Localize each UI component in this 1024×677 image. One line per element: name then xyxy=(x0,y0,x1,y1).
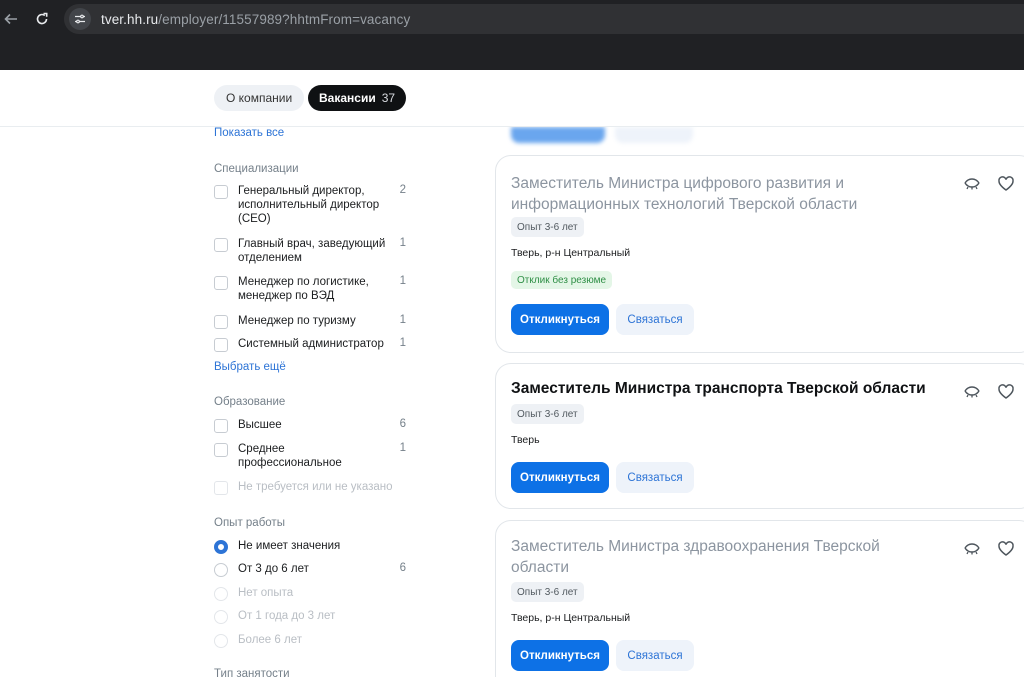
filter-label: Генеральный директор, исполнительный дир… xyxy=(238,185,380,225)
radio-selected[interactable] xyxy=(214,540,228,554)
radio xyxy=(214,634,228,648)
filter-label: Высшее xyxy=(238,419,282,431)
vacancy-location: Тверь, р-н Центральный xyxy=(511,247,631,259)
site-info-icon[interactable] xyxy=(69,8,91,30)
show-all-link[interactable]: Показать все xyxy=(214,127,284,139)
employer-tabs-bar: О компании Вакансии 37 xyxy=(0,70,1024,127)
filter-count: 1 xyxy=(399,314,406,326)
respond-button[interactable]: Откликнуться xyxy=(511,462,609,493)
checkbox[interactable] xyxy=(214,185,228,199)
heart-icon[interactable] xyxy=(996,383,1016,401)
experience-tag: Опыт 3-6 лет xyxy=(511,217,584,237)
contact-button[interactable]: Связаться xyxy=(616,462,694,493)
checkbox[interactable] xyxy=(214,315,228,329)
eye-hide-icon[interactable] xyxy=(962,540,982,558)
filter-label: Среднее профессиональное xyxy=(238,443,342,469)
radio xyxy=(214,587,228,601)
filter-label: Не требуется или не указано xyxy=(238,481,393,493)
filter-exp-3-6[interactable]: От 3 до 6 лет 6 xyxy=(214,562,406,577)
filter-count: 6 xyxy=(399,418,406,430)
filter-exp-6plus: Более 6 лет xyxy=(214,633,406,648)
checkbox[interactable] xyxy=(214,419,228,433)
eye-hide-icon[interactable] xyxy=(962,175,982,193)
experience-tag: Опыт 3-6 лет xyxy=(511,404,584,424)
checkbox[interactable] xyxy=(214,238,228,252)
filter-count: 1 xyxy=(399,442,406,454)
browser-toolbar: tver.hh.ru/employer/11557989?hhtmFrom=va… xyxy=(0,0,1024,70)
tab-about-company[interactable]: О компании xyxy=(214,85,305,111)
filter-exp-none: Нет опыта xyxy=(214,586,406,601)
filter-count: 1 xyxy=(399,337,406,349)
respond-button[interactable]: Откликнуться xyxy=(511,304,609,335)
checkbox[interactable] xyxy=(214,443,228,457)
vacancy-location: Тверь, р-н Центральный xyxy=(511,612,631,624)
select-more-link[interactable]: Выбрать ещё xyxy=(214,361,286,373)
employment-type-title: Тип занятости xyxy=(214,668,290,677)
back-arrow-icon[interactable] xyxy=(2,8,20,30)
vacancy-card[interactable]: Заместитель Министра цифрового развития … xyxy=(495,155,1024,353)
url-host: tver.hh.ru xyxy=(101,11,159,27)
heart-icon[interactable] xyxy=(996,540,1016,558)
filter-label: Менеджер по туризму xyxy=(238,315,356,327)
experience-title: Опыт работы xyxy=(214,517,285,529)
url-path: /employer/11557989?hhtmFrom=vacancy xyxy=(158,11,411,27)
reload-icon[interactable] xyxy=(32,8,52,30)
checkbox[interactable] xyxy=(214,338,228,352)
filter-label: Нет опыта xyxy=(238,587,294,599)
education-title: Образование xyxy=(214,396,286,408)
previous-respond-button xyxy=(511,127,605,143)
radio[interactable] xyxy=(214,563,228,577)
no-resume-badge: Отклик без резюме xyxy=(511,271,613,289)
vacancy-title[interactable]: Заместитель Министра цифрового развития … xyxy=(511,173,931,215)
vacancy-location: Тверь xyxy=(511,434,540,446)
checkbox xyxy=(214,481,228,495)
filter-spec-logistics[interactable]: Менеджер по логистике, менеджер по ВЭД 1 xyxy=(214,275,406,303)
filter-label: Главный врач, заведующий отделением xyxy=(238,238,386,264)
filter-label: От 3 до 6 лет xyxy=(238,563,309,575)
filter-count: 2 xyxy=(399,184,406,196)
vacancy-title[interactable]: Заместитель Министра здравоохранения Тве… xyxy=(511,536,931,578)
filter-edu-not-required: Не требуется или не указано xyxy=(214,480,406,495)
filter-label: Системный администратор xyxy=(238,338,384,350)
filter-label: Более 6 лет xyxy=(238,634,302,646)
checkbox[interactable] xyxy=(214,276,228,290)
vacancy-card[interactable]: Заместитель Министра здравоохранения Тве… xyxy=(495,520,1024,677)
filter-spec-sysadmin[interactable]: Системный администратор 1 xyxy=(214,337,406,352)
filter-edu-higher[interactable]: Высшее 6 xyxy=(214,418,406,433)
contact-button[interactable]: Связаться xyxy=(616,640,694,671)
contact-button[interactable]: Связаться xyxy=(616,304,694,335)
tab-vacancies[interactable]: Вакансии 37 xyxy=(308,85,407,111)
url-text: tver.hh.ru/employer/11557989?hhtmFrom=va… xyxy=(101,12,410,27)
filter-exp-any[interactable]: Не имеет значения xyxy=(214,539,406,554)
vacancy-card[interactable]: Заместитель Министра транспорта Тверской… xyxy=(495,363,1024,509)
filters-sidebar: Показать все Специализации Генеральный д… xyxy=(214,127,414,677)
tab-vacancies-label: Вакансии xyxy=(319,91,376,105)
respond-button[interactable]: Откликнуться xyxy=(511,640,609,671)
tab-vacancies-count: 37 xyxy=(381,91,396,105)
radio xyxy=(214,610,228,624)
filter-count: 1 xyxy=(399,237,406,249)
filter-edu-secondary[interactable]: Среднее профессиональное 1 xyxy=(214,442,406,470)
filter-spec-ceo[interactable]: Генеральный директор, исполнительный дир… xyxy=(214,184,406,226)
filter-count: 6 xyxy=(399,562,406,574)
heart-icon[interactable] xyxy=(996,175,1016,193)
filter-count: 1 xyxy=(399,275,406,287)
experience-tag: Опыт 3-6 лет xyxy=(511,582,584,602)
filter-spec-chief-doctor[interactable]: Главный врач, заведующий отделением 1 xyxy=(214,237,406,265)
previous-contact-button xyxy=(615,127,693,143)
filter-label: Не имеет значения xyxy=(238,540,341,552)
specializations-title: Специализации xyxy=(214,163,299,175)
filter-exp-1-3: От 1 года до 3 лет xyxy=(214,609,406,624)
vacancy-title[interactable]: Заместитель Министра транспорта Тверской… xyxy=(511,378,931,399)
filter-label: Менеджер по логистике, менеджер по ВЭД xyxy=(238,276,369,302)
eye-hide-icon[interactable] xyxy=(962,383,982,401)
filter-label: От 1 года до 3 лет xyxy=(238,610,336,622)
page: О компании Вакансии 37 Показать все Спец… xyxy=(0,70,1024,677)
vacancy-list: Заместитель Министра цифрового развития … xyxy=(495,127,1024,677)
filter-spec-tourism[interactable]: Менеджер по туризму 1 xyxy=(214,314,406,329)
address-bar[interactable]: tver.hh.ru/employer/11557989?hhtmFrom=va… xyxy=(64,4,1024,34)
